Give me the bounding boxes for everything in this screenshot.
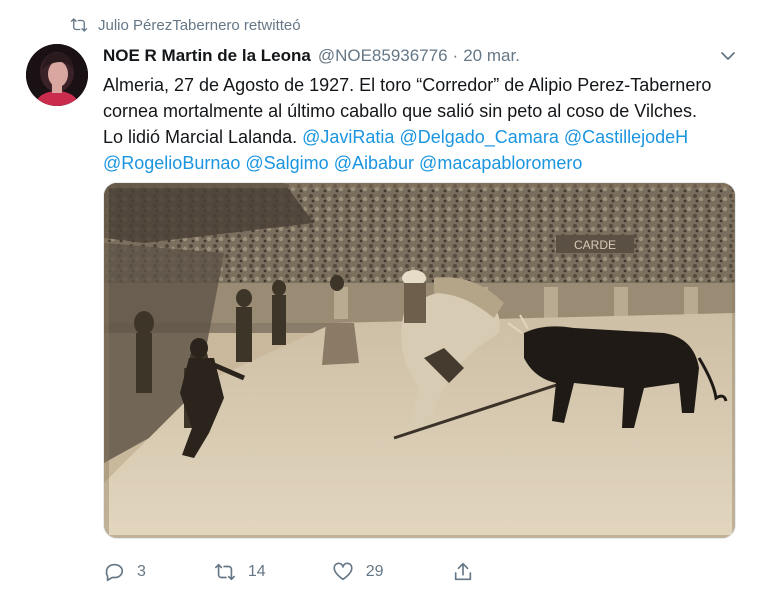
tweet-header: NOE R Martin de la Leona @NOE85936776 · … xyxy=(103,44,520,68)
like-button[interactable]: 29 xyxy=(332,561,384,583)
tweet-timestamp[interactable]: 20 mar. xyxy=(463,46,520,66)
retweet-context: Julio PérezTabernero retwitteó xyxy=(70,14,301,36)
mention-link[interactable]: @JaviRatia xyxy=(302,127,394,147)
banner-text: CARDE xyxy=(574,238,616,252)
tweet-photo[interactable]: CARDE xyxy=(103,182,736,539)
retweet-icon xyxy=(70,18,88,32)
avatar[interactable] xyxy=(26,44,88,106)
retweet-count: 14 xyxy=(247,563,266,580)
tweet-text-line: Almeria, 27 de Agosto de 1927. El toro “… xyxy=(103,75,712,95)
retweet-button[interactable]: 14 xyxy=(214,561,266,583)
tweet-text-line: cornea mortalmente al último caballo que… xyxy=(103,101,697,121)
retweet-context-text[interactable]: Julio PérezTabernero retwitteó xyxy=(98,17,301,34)
chevron-down-icon[interactable] xyxy=(720,48,736,64)
tweet-action-bar: 3 14 29 xyxy=(103,558,474,586)
tweet-text-line: Lo lidió Marcial Lalanda. @JaviRatia @De… xyxy=(103,124,753,150)
user-handle[interactable]: @NOE85936776 xyxy=(318,46,448,66)
tweet-text: Almeria, 27 de Agosto de 1927. El toro “… xyxy=(103,72,753,176)
share-button[interactable] xyxy=(452,561,474,583)
tweet-text-line: @RogelioBurnao @Salgimo @Aibabur @macapa… xyxy=(103,150,753,176)
bullfight-photo-illustration: CARDE xyxy=(104,183,735,538)
like-count: 29 xyxy=(365,563,384,580)
mention-link[interactable]: @Aibabur xyxy=(334,153,414,173)
mention-link[interactable]: @macapabloromero xyxy=(419,153,582,173)
display-name[interactable]: NOE R Martin de la Leona xyxy=(103,46,311,66)
mention-link[interactable]: @CastillejodeH xyxy=(564,127,688,147)
reply-count: 3 xyxy=(137,563,146,580)
share-icon xyxy=(454,562,471,581)
heart-icon xyxy=(333,562,353,581)
mention-link[interactable]: @Delgado_Camara xyxy=(399,127,558,147)
tweet-text-segment: Lo lidió Marcial Lalanda. xyxy=(103,127,298,147)
header-separator: · xyxy=(452,46,459,65)
reply-icon xyxy=(105,563,124,582)
mention-link[interactable]: @RogelioBurnao xyxy=(103,153,240,173)
retweet-icon xyxy=(214,563,235,581)
mention-link[interactable]: @Salgimo xyxy=(245,153,328,173)
reply-button[interactable]: 3 xyxy=(103,561,146,583)
